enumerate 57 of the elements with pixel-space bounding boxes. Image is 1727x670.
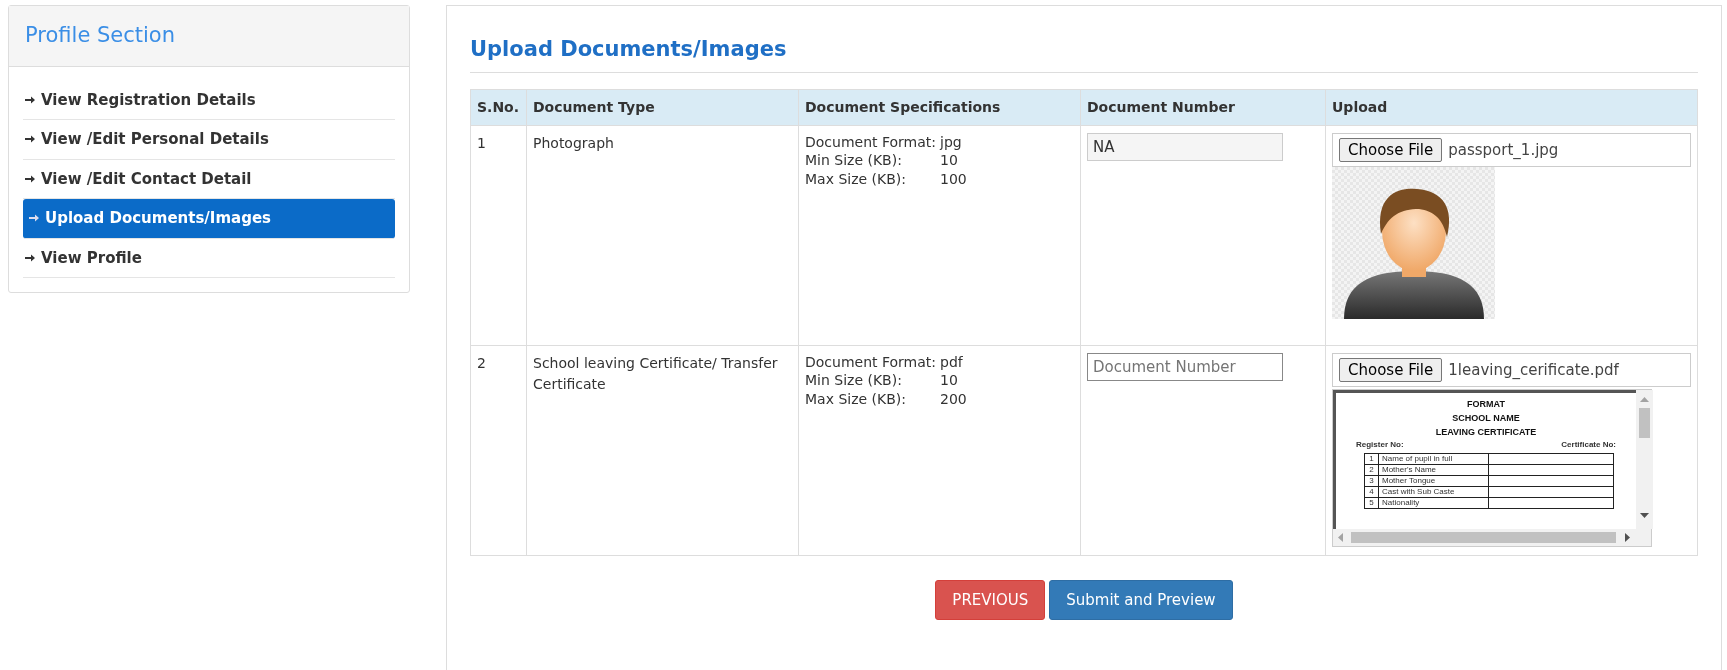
sidebar-link[interactable]: View /Edit Personal Details [23,120,395,160]
spec-label: Document Format: [805,352,937,372]
table-cell: Nationality [1378,497,1489,509]
spec-label: Min Size (KB): [805,371,903,391]
table-cell: Photograph [526,125,799,345]
sidebar-link[interactable]: View Registration Details [23,80,395,120]
choose-file-button[interactable]: Choose File [1339,357,1443,382]
spec-value: 10 [940,151,959,171]
file-field[interactable]: Choose File 1leaving_cerificate.pdf [1332,352,1691,387]
table-cell: 3 [1364,475,1379,487]
section-heading: Upload Documents/Images [470,34,1698,73]
spec-label: Max Size (KB): [805,390,907,410]
spec-value: 100 [940,170,967,190]
column-header: Document Specifications [798,89,1081,125]
column-header: Document Number [1080,89,1326,125]
arrow-icon [25,252,35,263]
sidebar-title: Profile Section [9,6,409,67]
table-cell: Mother's Name [1378,464,1489,476]
table-cell: Name of pupil in full [1378,453,1489,465]
register-label: Register No: [1356,440,1404,450]
table-cell: 1 [1364,453,1379,465]
column-header: Upload [1325,89,1698,125]
submit-button[interactable]: Submit and Preview [1049,579,1233,620]
column-header: S.No. [470,89,527,125]
previous-button[interactable]: PREVIOUS [935,579,1046,620]
spec-value: 200 [940,390,967,410]
table-cell: 2 [1364,464,1379,476]
table-cell: 5 [1364,497,1379,509]
sidebar-link[interactable]: Upload Documents/Images [23,199,395,239]
table-cell: Cast with Sub Caste [1378,486,1489,498]
document-title: LEAVING CERTIFICATE [1434,426,1538,438]
table-cell: School leaving Certificate/ Transfer Certificate [526,345,799,555]
arrow-icon [25,134,35,145]
table-cell: 1 [470,125,527,345]
certificate-label: Certificate No: [1561,440,1616,450]
sidebar-link[interactable]: View Profile [23,238,395,278]
arrow-icon [25,173,35,184]
arrow-icon [25,94,35,105]
input-field[interactable]: Document Number [1087,352,1283,381]
spec-value: 10 [940,371,959,391]
spec-value: jpg [940,132,963,152]
spec-label: Max Size (KB): [805,170,907,190]
document-title: FORMAT [1466,399,1506,410]
table-cell: 4 [1364,486,1379,498]
file-name: 1leaving_cerificate.pdf [1448,359,1619,381]
column-header: Document Type [526,89,799,125]
vertical-scrollbar[interactable] [1636,390,1653,529]
document-title: SCHOOL NAME [1451,412,1521,424]
spec-label: Document Format: [805,132,937,152]
arrow-icon [29,213,39,224]
spec-value: pdf [940,352,964,372]
spec-label: Min Size (KB): [805,151,903,171]
table-cell: 2 [470,345,527,555]
choose-file-button[interactable]: Choose File [1339,137,1443,162]
table-cell: Mother Tongue [1378,475,1489,487]
file-field[interactable]: Choose File passport_1.jpg [1332,132,1691,167]
file-name: passport_1.jpg [1448,139,1559,161]
